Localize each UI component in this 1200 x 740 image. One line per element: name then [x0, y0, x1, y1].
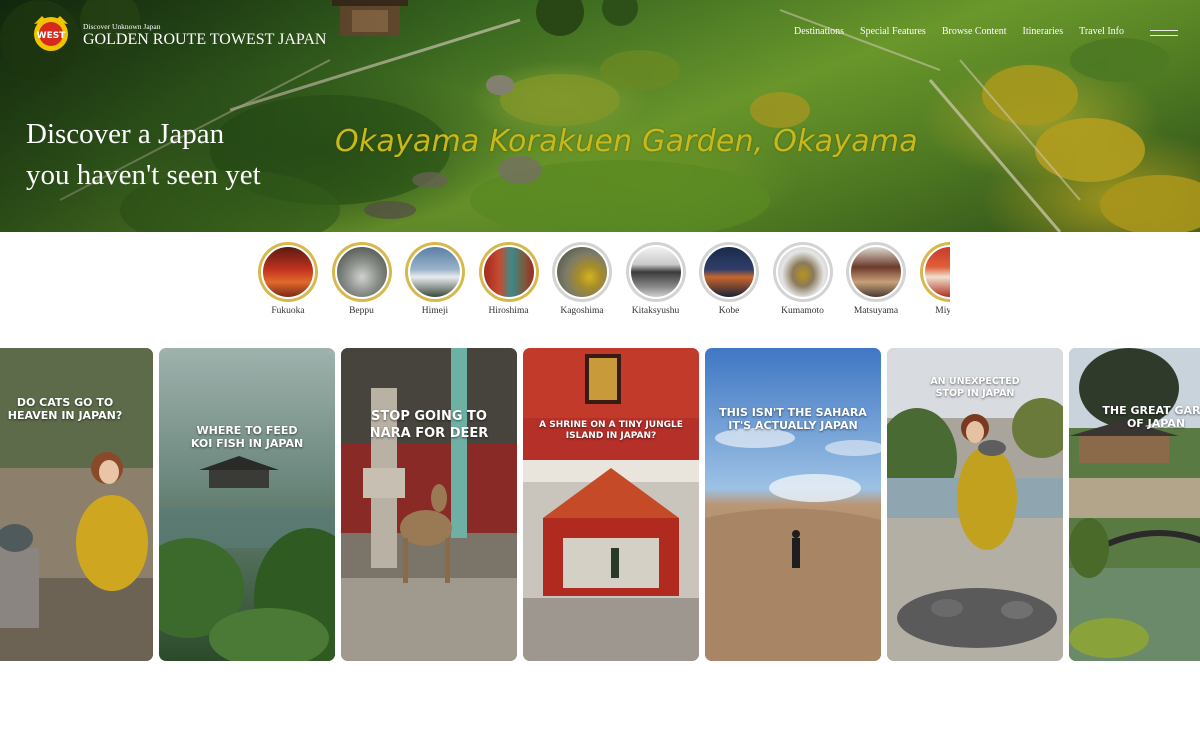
- reel-caption-line: THIS ISN'T THE SAHARA: [719, 406, 867, 419]
- story-label: Kitaksyushu: [631, 306, 680, 316]
- reels-carousel: DO CATS GO TO HEAVEN IN JAPAN? WHERE TO …: [0, 348, 1200, 661]
- story-thumbnail: [408, 245, 462, 299]
- reel-card[interactable]: THE GREAT GARD OF JAPAN: [1069, 348, 1200, 661]
- hero-tagline: Discover a Japan you haven't seen yet: [26, 114, 261, 196]
- reel-card[interactable]: WHERE TO FEED KOI FISH IN JAPAN: [159, 348, 335, 661]
- reel-card[interactable]: A SHRINE ON A TINY JUNGLE ISLAND IN JAPA…: [523, 348, 699, 661]
- story-label: Kumamoto: [781, 306, 824, 316]
- story-fukuoka[interactable]: Fukuoka: [258, 242, 318, 322]
- story-hiroshima[interactable]: Hiroshima: [478, 242, 539, 322]
- story-label: Himeji: [421, 306, 449, 316]
- reel-caption: WHERE TO FEED KOI FISH IN JAPAN: [159, 424, 335, 450]
- svg-text:WEST: WEST: [37, 31, 67, 41]
- reel-caption: THE GREAT GARD OF JAPAN: [1069, 404, 1200, 430]
- reel-card[interactable]: DO CATS GO TO HEAVEN IN JAPAN?: [0, 348, 153, 661]
- reel-caption-line: DO CATS GO TO: [16, 396, 114, 409]
- story-kitaksyushu[interactable]: Kitaksyushu: [625, 242, 686, 322]
- story-thumbnail: [849, 245, 903, 299]
- reel-image: [0, 348, 153, 661]
- reel-image: [523, 348, 699, 661]
- reel-card[interactable]: STOP GOING TO NARA FOR DEER: [341, 348, 517, 661]
- story-kumamoto[interactable]: Kumamoto: [772, 242, 833, 322]
- reel-caption-line: KOI FISH IN JAPAN: [190, 437, 304, 450]
- story-matsuyama[interactable]: Matsuyama: [846, 242, 906, 322]
- brand-subtitle: GOLDEN ROUTE TO: [83, 31, 231, 48]
- reel-image: [341, 348, 517, 661]
- nav-itineraries[interactable]: Itineraries: [1023, 26, 1064, 37]
- reel-caption-line: A SHRINE ON A TINY JUNGLE: [539, 420, 683, 430]
- story-thumbnail: [555, 245, 609, 299]
- story-label: Beppu: [349, 306, 374, 316]
- story-thumbnail: [775, 245, 830, 299]
- reel-image: [705, 348, 881, 661]
- reel-caption-line: HEAVEN IN JAPAN?: [7, 409, 123, 422]
- story-thumbnail: [628, 245, 683, 299]
- story-miyazaki[interactable]: Miyaza: [919, 242, 950, 322]
- reel-caption-line: IT'S ACTUALLY JAPAN: [728, 419, 858, 432]
- nav-destinations[interactable]: Destinations: [794, 26, 844, 37]
- hero-tagline-line1: Discover a Japan: [26, 118, 225, 150]
- destination-stories: Fukuoka Beppu Himeji Hiroshima Kagoshima…: [258, 242, 950, 322]
- reel-caption-line: ISLAND IN JAPAN?: [565, 431, 657, 441]
- story-thumbnail: [702, 245, 756, 299]
- reel-caption: A SHRINE ON A TINY JUNGLE ISLAND IN JAPA…: [523, 420, 699, 442]
- story-thumbnail: [334, 245, 389, 299]
- story-label: Fukuoka: [271, 306, 305, 316]
- reel-caption: DO CATS GO TO HEAVEN IN JAPAN?: [0, 396, 153, 422]
- story-thumbnail: [922, 245, 950, 299]
- story-himeji[interactable]: Himeji: [405, 242, 465, 322]
- story-beppu[interactable]: Beppu: [331, 242, 392, 322]
- hamburger-menu-icon[interactable]: [1150, 30, 1178, 38]
- reel-caption-line: STOP GOING TO: [371, 409, 487, 424]
- reel-caption: AN UNEXPECTED STOP IN JAPAN: [887, 376, 1063, 400]
- reel-caption: THIS ISN'T THE SAHARA IT'S ACTUALLY JAPA…: [705, 406, 881, 432]
- nav-browse-content[interactable]: Browse Content: [942, 26, 1007, 37]
- story-label: Hiroshima: [488, 306, 529, 316]
- reel-image: [1069, 348, 1200, 661]
- story-label: Kobe: [718, 306, 740, 316]
- nav-travel-info[interactable]: Travel Info: [1079, 26, 1124, 37]
- hero-location-caption: Okayama Korakuen Garden, Okayama: [335, 124, 918, 159]
- reel-image: [159, 348, 335, 661]
- reel-card[interactable]: AN UNEXPECTED STOP IN JAPAN: [887, 348, 1063, 661]
- story-label: Miyaza: [935, 306, 950, 316]
- reel-caption-line: OF JAPAN: [1126, 417, 1186, 430]
- reel-caption-line: WHERE TO FEED: [196, 424, 298, 437]
- story-kagoshima[interactable]: Kagoshima: [552, 242, 612, 322]
- story-label: Kagoshima: [560, 306, 604, 316]
- hero-tagline-line2: you haven't seen yet: [26, 159, 261, 191]
- story-label: Matsuyama: [853, 306, 899, 316]
- reel-caption-line: THE GREAT GARD: [1102, 404, 1200, 417]
- reel-card[interactable]: THIS ISN'T THE SAHARA IT'S ACTUALLY JAPA…: [705, 348, 881, 661]
- story-kobe[interactable]: Kobe: [699, 242, 759, 322]
- reel-caption-line: STOP IN JAPAN: [935, 388, 1015, 399]
- reel-caption: STOP GOING TO NARA FOR DEER: [341, 408, 517, 442]
- west-japan-logo[interactable]: WEST: [28, 12, 74, 54]
- hero-banner: WEST Discover Unknown Japan GOLDEN ROUTE…: [0, 0, 1200, 232]
- reel-caption-line: NARA FOR DEER: [369, 426, 489, 441]
- story-thumbnail: [261, 245, 315, 299]
- main-nav: Destinations Special Features Browse Con…: [794, 26, 1124, 37]
- story-thumbnail: [481, 245, 536, 299]
- reel-caption-line: AN UNEXPECTED: [930, 376, 1020, 387]
- brand[interactable]: Discover Unknown Japan GOLDEN ROUTE TO W…: [83, 23, 326, 49]
- nav-special-features[interactable]: Special Features: [860, 26, 926, 37]
- brand-title: WEST JAPAN: [230, 31, 327, 48]
- brand-tagline: Discover Unknown Japan: [83, 22, 161, 31]
